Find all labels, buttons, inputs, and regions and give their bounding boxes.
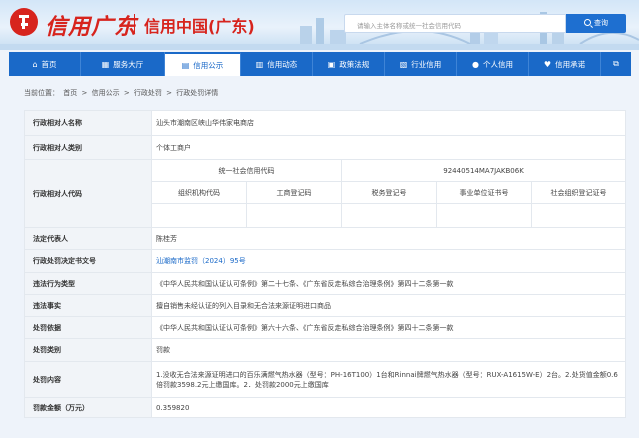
nav-item-label: 个人信用 (482, 59, 513, 69)
counterpart-name: 汕头市潮南区峡山华伟家电商店 (150, 110, 627, 136)
breadcrumb-sep: > (123, 89, 130, 97)
brand-divider (134, 14, 135, 34)
brand-name: 信用中国(广东) (144, 17, 255, 36)
heart-icon: ♥ (543, 59, 552, 69)
code-header: 组织机构代码 (151, 181, 247, 204)
field-label: 罚款金额（万元） (24, 397, 152, 418)
nav-item-label: 政策法规 (339, 59, 370, 69)
table-row: 行政相对人代码 统一社会信用代码 92440514MA7JAKB06K (24, 159, 627, 228)
nav-item-label: 信用公示 (193, 60, 224, 70)
home-icon: ⌂ (32, 59, 38, 69)
table-row: 行政相对人名称 汕头市潮南区峡山华伟家电商店 (24, 110, 627, 136)
person-icon: ● (472, 59, 479, 69)
penalty-content: 1.没收无合法来源证明进口的百乐满燃气热水器（型号：PH-16T100）1台和R… (150, 361, 627, 398)
breadcrumb-sep: > (81, 89, 88, 97)
field-label: 行政相对人类别 (24, 135, 152, 160)
nav-item-external[interactable]: ⧉ (601, 52, 631, 76)
building-icon: ▧ (399, 59, 408, 69)
code-header: 社会组织登记证号 (530, 181, 627, 204)
brand-script: 信用广东 (45, 14, 138, 40)
field-label: 行政相对人代码 (24, 159, 152, 228)
breadcrumb-credit-publicity[interactable]: 信用公示 (92, 89, 120, 97)
penalty-detail-table: 行政相对人名称 汕头市潮南区峡山华伟家电商店 行政相对人类别 个体工商户 行政相… (24, 110, 627, 418)
document-icon: ▥ (255, 59, 264, 69)
table-row: 法定代表人 陈桂芳 (24, 227, 627, 250)
external-link-icon: ⧉ (613, 59, 619, 68)
nav-item-industry-credit[interactable]: ▧ 行业信用 (385, 52, 457, 76)
table-row: 处罚依据 《中华人民共和国认证认可条例》第六十六条、《广东省反走私综合治理条例》… (24, 316, 627, 339)
book-icon: ▣ (327, 59, 336, 69)
nav-item-label: 服务大厅 (113, 59, 144, 69)
fine-amount: 0.359820 (150, 397, 627, 418)
violation-type: 《中华人民共和国认证认可条例》第二十七条、《广东省反走私综合治理条例》第四十二条… (150, 272, 627, 295)
code-header: 工商登记码 (246, 181, 342, 204)
folder-icon: ▤ (181, 60, 190, 70)
table-row: 行政相对人类别 个体工商户 (24, 135, 627, 160)
breadcrumb: 当前位置： 首页 > 信用公示 > 行政处罚 > 行政处罚详情 (24, 88, 220, 98)
decision-number: 汕潮南市监罚（2024）95号 (150, 249, 627, 273)
field-label: 行政相对人名称 (24, 110, 152, 136)
table-row: 处罚内容 1.没收无合法来源证明进口的百乐满燃气热水器（型号：PH-16T100… (24, 361, 627, 398)
nav-item-service-hall[interactable]: ▦ 服务大厅 (81, 52, 165, 76)
uscc-label: 统一社会信用代码 (151, 159, 342, 182)
field-label: 处罚依据 (24, 316, 152, 339)
breadcrumb-sep: > (166, 89, 173, 97)
nav-item-label: 信用动态 (267, 59, 298, 69)
field-label: 违法行为类型 (24, 272, 152, 295)
table-row: 罚款金额（万元） 0.359820 (24, 397, 627, 418)
logo-emblem-icon (19, 15, 29, 29)
nav-item-label: 首页 (41, 59, 57, 69)
nav-item-credit-publicity[interactable]: ▤ 信用公示 (165, 52, 241, 76)
code-value (436, 203, 532, 228)
table-row: 行政处罚决定书文号 汕潮南市监罚（2024）95号 (24, 249, 627, 273)
breadcrumb-current: 行政处罚详情 (176, 89, 219, 97)
nav-item-credit-news[interactable]: ▥ 信用动态 (241, 52, 313, 76)
site-header: 信用广东 信用中国(广东) 请输入主体名称或统一社会信用代码 查询 (0, 0, 639, 50)
uscc-value: 92440514MA7JAKB06K (340, 159, 627, 182)
breadcrumb-penalty[interactable]: 行政处罚 (134, 89, 162, 97)
grid-icon: ▦ (101, 59, 110, 69)
nav-item-credit-commitment[interactable]: ♥ 信用承诺 (529, 52, 601, 76)
breadcrumb-home[interactable]: 首页 (63, 89, 77, 97)
code-value (530, 203, 627, 228)
logo[interactable] (10, 8, 38, 36)
search-icon (584, 19, 591, 26)
counterpart-type: 个体工商户 (150, 135, 627, 160)
main-nav: ⌂ 首页 ▦ 服务大厅 ▤ 信用公示 ▥ 信用动态 ▣ 政策法规 ▧ 行业信用 ● 个人信用 … (9, 52, 631, 76)
violation-fact: 擅自销售未经认证的列入目录和无合法来源证明进口商品 (150, 294, 627, 317)
nav-item-personal-credit[interactable]: ● 个人信用 (457, 52, 529, 76)
table-row: 违法事实 擅自销售未经认证的列入目录和无合法来源证明进口商品 (24, 294, 627, 317)
breadcrumb-prefix: 当前位置： (24, 89, 59, 97)
code-value (341, 203, 437, 228)
search-input[interactable]: 请输入主体名称或统一社会信用代码 (344, 14, 566, 33)
code-value (246, 203, 342, 228)
search-button[interactable]: 查询 (566, 14, 626, 33)
field-label: 处罚内容 (24, 361, 152, 398)
penalty-category: 罚款 (150, 338, 627, 362)
table-row: 违法行为类型 《中华人民共和国认证认可条例》第二十七条、《广东省反走私综合治理条… (24, 272, 627, 295)
code-header: 事业单位证书号 (436, 181, 532, 204)
field-label: 处罚类别 (24, 338, 152, 362)
nav-item-policies[interactable]: ▣ 政策法规 (313, 52, 385, 76)
field-label: 行政处罚决定书文号 (24, 249, 152, 273)
code-value (151, 203, 247, 228)
penalty-basis: 《中华人民共和国认证认可条例》第六十六条、《广东省反走私综合治理条例》第四十二条… (150, 316, 627, 339)
legal-representative: 陈桂芳 (150, 227, 627, 250)
code-header: 税务登记号 (341, 181, 437, 204)
field-label: 法定代表人 (24, 227, 152, 250)
field-label: 违法事实 (24, 294, 152, 317)
nav-item-home[interactable]: ⌂ 首页 (9, 52, 81, 76)
nav-item-label: 行业信用 (411, 59, 442, 69)
nav-item-label: 信用承诺 (555, 59, 586, 69)
search-button-label: 查询 (594, 19, 608, 27)
table-row: 处罚类别 罚款 (24, 338, 627, 362)
